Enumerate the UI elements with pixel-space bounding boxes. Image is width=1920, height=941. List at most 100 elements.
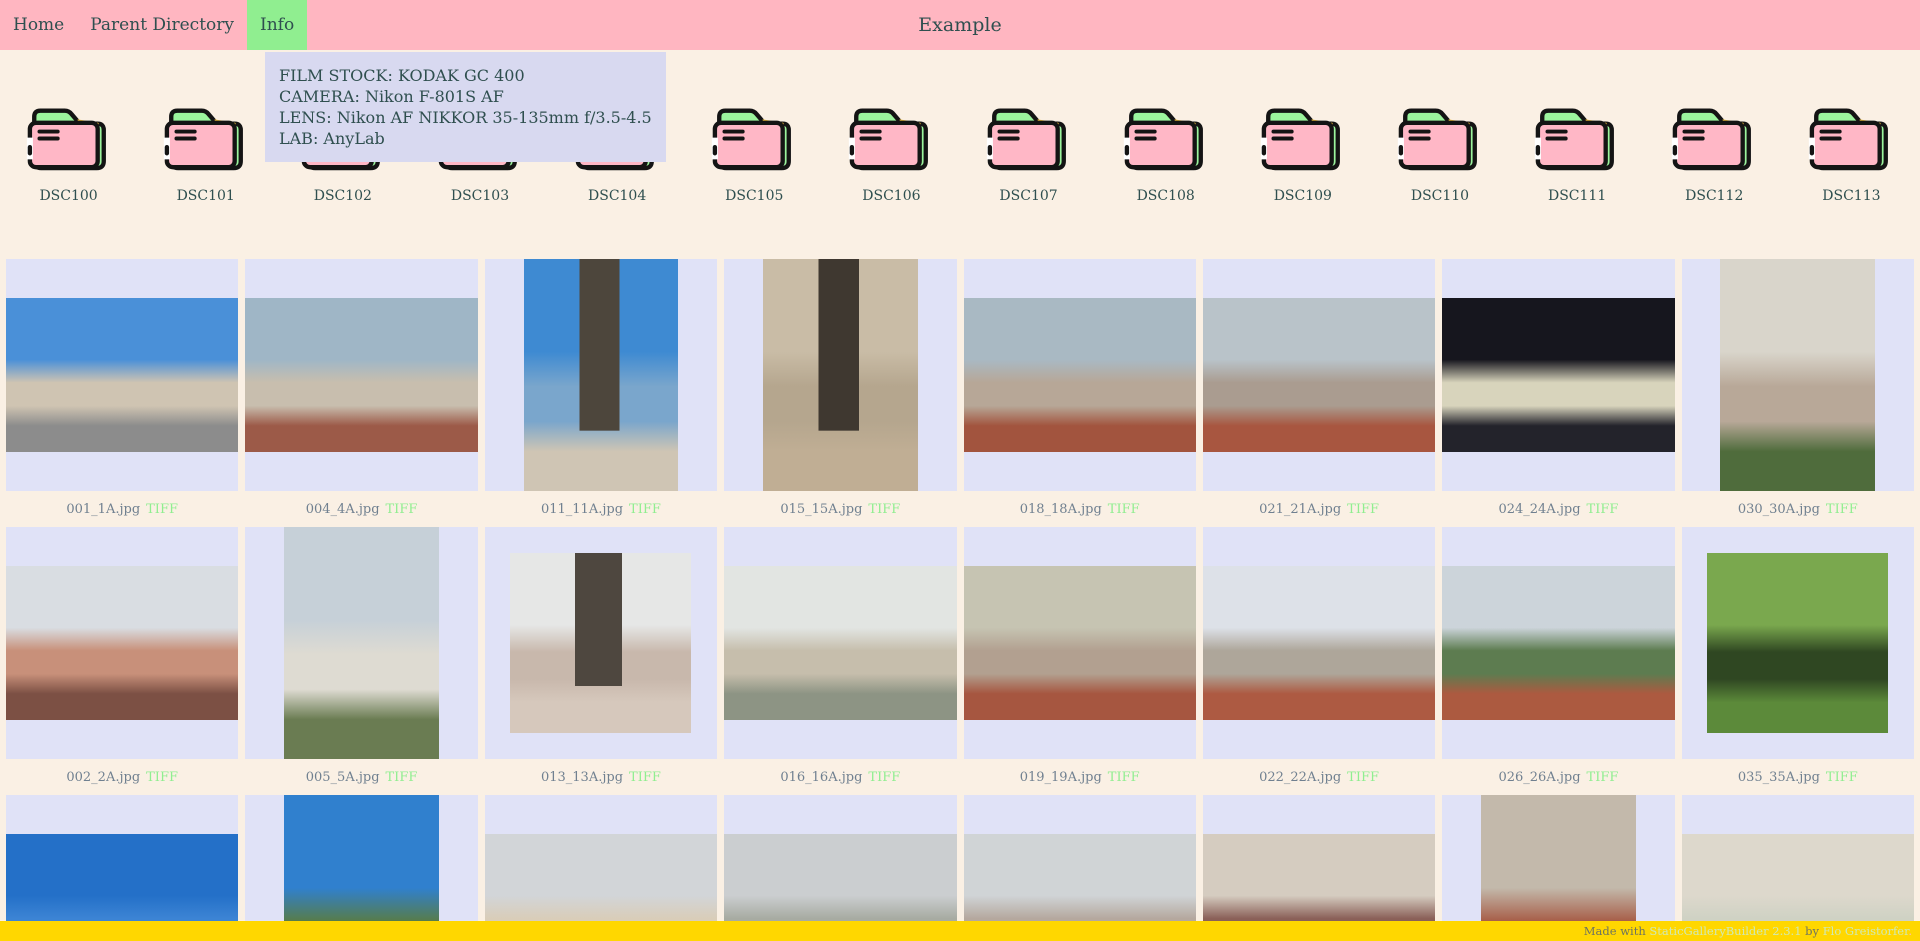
folder-item-dsc106[interactable]: DSC106: [823, 102, 960, 205]
gallery-item: [245, 795, 477, 941]
folder-item-dsc109[interactable]: DSC109: [1234, 102, 1371, 205]
gallery-item: 026_26A.jpg TIFF: [1442, 527, 1674, 795]
photo-caption: 016_16A.jpg TIFF: [724, 759, 956, 795]
folder-label: DSC100: [39, 188, 97, 205]
photo-thumbnail[interactable]: [1442, 795, 1674, 941]
photo-image: [724, 566, 956, 721]
nav-item-info[interactable]: Info: [247, 0, 307, 50]
photo-thumbnail[interactable]: [964, 795, 1196, 941]
photo-image: [1707, 553, 1888, 734]
folder-item-dsc110[interactable]: DSC110: [1371, 102, 1508, 205]
builder-link[interactable]: StaticGalleryBuilder 2.3.1: [1649, 924, 1801, 938]
tiff-link[interactable]: TIFF: [1108, 770, 1140, 785]
folder-icon: [1257, 102, 1349, 175]
folder-item-dsc111[interactable]: DSC111: [1509, 102, 1646, 205]
photo-filename-link[interactable]: 019_19A.jpg: [1020, 770, 1102, 785]
photo-caption: 011_11A.jpg TIFF: [485, 491, 717, 527]
gallery-item: 022_22A.jpg TIFF: [1203, 527, 1435, 795]
folder-item-dsc112[interactable]: DSC112: [1646, 102, 1783, 205]
photo-filename-link[interactable]: 001_1A.jpg: [66, 502, 140, 517]
folder-item-dsc113[interactable]: DSC113: [1783, 102, 1920, 205]
photo-thumbnail-002_2A.jpg[interactable]: [6, 527, 238, 759]
photo-filename-link[interactable]: 035_35A.jpg: [1738, 770, 1820, 785]
folder-item-dsc105[interactable]: DSC105: [686, 102, 823, 205]
photo-thumbnail-026_26A.jpg[interactable]: [1442, 527, 1674, 759]
folder-item-dsc107[interactable]: DSC107: [960, 102, 1097, 205]
photo-thumbnail-011_11A.jpg[interactable]: [485, 259, 717, 491]
tiff-link[interactable]: TIFF: [1347, 770, 1379, 785]
photo-thumbnail-016_16A.jpg[interactable]: [724, 527, 956, 759]
tiff-link[interactable]: TIFF: [1826, 770, 1858, 785]
folder-icon: [845, 102, 937, 175]
photo-caption: 024_24A.jpg TIFF: [1442, 491, 1674, 527]
photo-filename-link[interactable]: 018_18A.jpg: [1020, 502, 1102, 517]
tiff-link[interactable]: TIFF: [386, 770, 418, 785]
photo-filename-link[interactable]: 015_15A.jpg: [780, 502, 862, 517]
photo-filename-link[interactable]: 016_16A.jpg: [780, 770, 862, 785]
author-link[interactable]: Flo Greistorfer: [1823, 924, 1909, 938]
photo-filename-link[interactable]: 022_22A.jpg: [1259, 770, 1341, 785]
photo-filename-link[interactable]: 024_24A.jpg: [1498, 502, 1580, 517]
folder-item-dsc101[interactable]: DSC101: [137, 102, 274, 205]
photo-filename-link[interactable]: 004_4A.jpg: [306, 502, 380, 517]
photo-filename-link[interactable]: 030_30A.jpg: [1738, 502, 1820, 517]
photo-thumbnail-035_35A.jpg[interactable]: [1682, 527, 1914, 759]
folder-label: DSC108: [1137, 188, 1195, 205]
photo-image: [6, 298, 238, 453]
nav-item-parent-directory[interactable]: Parent Directory: [77, 0, 247, 50]
photo-filename-link[interactable]: 021_21A.jpg: [1259, 502, 1341, 517]
photo-thumbnail-013_13A.jpg[interactable]: [485, 527, 717, 759]
photo-thumbnail[interactable]: [485, 795, 717, 941]
folder-item-dsc100[interactable]: DSC100: [0, 102, 137, 205]
tiff-link[interactable]: TIFF: [1587, 502, 1619, 517]
photo-filename-link[interactable]: 005_5A.jpg: [306, 770, 380, 785]
photo-thumbnail[interactable]: [724, 795, 956, 941]
photo-thumbnail[interactable]: [245, 795, 477, 941]
folder-label: DSC106: [862, 188, 920, 205]
tiff-link[interactable]: TIFF: [1347, 502, 1379, 517]
photo-caption: 004_4A.jpg TIFF: [245, 491, 477, 527]
tiff-link[interactable]: TIFF: [1826, 502, 1858, 517]
gallery-grid: 001_1A.jpg TIFF 004_4A.jpg TIFF 011_11A.jpg T…: [0, 259, 1920, 941]
photo-filename-link[interactable]: 013_13A.jpg: [541, 770, 623, 785]
tiff-link[interactable]: TIFF: [146, 770, 178, 785]
tiff-link[interactable]: TIFF: [146, 502, 178, 517]
photo-thumbnail[interactable]: [6, 795, 238, 941]
photo-thumbnail-015_15A.jpg[interactable]: [724, 259, 956, 491]
nav-item-home[interactable]: Home: [0, 0, 77, 50]
photo-thumbnail-001_1A.jpg[interactable]: [6, 259, 238, 491]
photo-caption: 001_1A.jpg TIFF: [6, 491, 238, 527]
tiff-link[interactable]: TIFF: [1108, 502, 1140, 517]
tiff-link[interactable]: TIFF: [868, 770, 900, 785]
photo-thumbnail-022_22A.jpg[interactable]: [1203, 527, 1435, 759]
folder-label: DSC101: [177, 188, 235, 205]
photo-thumbnail-021_21A.jpg[interactable]: [1203, 259, 1435, 491]
tiff-link[interactable]: TIFF: [868, 502, 900, 517]
tiff-link[interactable]: TIFF: [386, 502, 418, 517]
photo-thumbnail-018_18A.jpg[interactable]: [964, 259, 1196, 491]
photo-caption: 030_30A.jpg TIFF: [1682, 491, 1914, 527]
photo-filename-link[interactable]: 002_2A.jpg: [66, 770, 140, 785]
photo-thumbnail-019_19A.jpg[interactable]: [964, 527, 1196, 759]
folder-item-dsc108[interactable]: DSC108: [1097, 102, 1234, 205]
photo-image: [1442, 566, 1674, 721]
photo-thumbnail-030_30A.jpg[interactable]: [1682, 259, 1914, 491]
gallery-item: 024_24A.jpg TIFF: [1442, 259, 1674, 527]
tiff-link[interactable]: TIFF: [629, 502, 661, 517]
photo-caption: 035_35A.jpg TIFF: [1682, 759, 1914, 795]
photo-thumbnail[interactable]: [1203, 795, 1435, 941]
photo-thumbnail[interactable]: [1682, 795, 1914, 941]
tiff-link[interactable]: TIFF: [1587, 770, 1619, 785]
photo-caption: 026_26A.jpg TIFF: [1442, 759, 1674, 795]
photo-thumbnail-005_5A.jpg[interactable]: [245, 527, 477, 759]
footer-made-with: Made with: [1584, 924, 1650, 938]
photo-filename-link[interactable]: 026_26A.jpg: [1498, 770, 1580, 785]
photo-caption: 005_5A.jpg TIFF: [245, 759, 477, 795]
tiff-link[interactable]: TIFF: [629, 770, 661, 785]
photo-filename-link[interactable]: 011_11A.jpg: [541, 502, 623, 517]
photo-thumbnail-004_4A.jpg[interactable]: [245, 259, 477, 491]
photo-thumbnail-024_24A.jpg[interactable]: [1442, 259, 1674, 491]
photo-caption: 013_13A.jpg TIFF: [485, 759, 717, 795]
folder-label: DSC102: [314, 188, 372, 205]
info-line: CAMERA: Nikon F-801S AF: [279, 86, 652, 107]
